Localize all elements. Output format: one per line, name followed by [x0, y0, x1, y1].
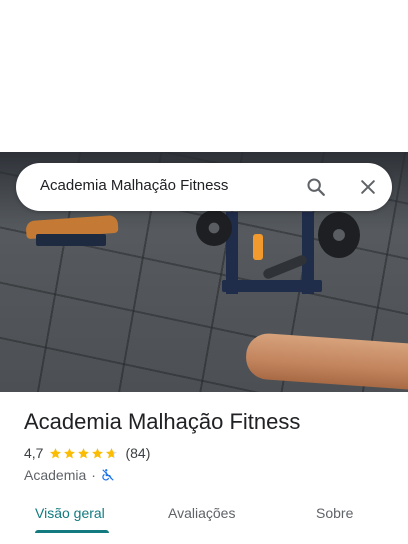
- place-tabs: Visão geral Avaliações Sobre: [0, 496, 408, 536]
- photo-weight-plate: [196, 210, 232, 246]
- tab-reviews[interactable]: Avaliações: [168, 505, 235, 521]
- category-row: Academia ·: [24, 466, 115, 484]
- close-icon: [361, 180, 375, 194]
- photo-bottle: [253, 234, 263, 260]
- tab-overview[interactable]: Visão geral: [35, 505, 105, 521]
- rating-stars: [49, 447, 119, 460]
- photo-bench-base: [36, 234, 106, 246]
- review-count[interactable]: (84): [125, 445, 150, 461]
- no-wheelchair-icon: [102, 469, 114, 481]
- search-icon: [307, 178, 325, 196]
- search-button[interactable]: [302, 173, 330, 201]
- star-icon: [64, 447, 76, 458]
- active-tab-indicator: [35, 530, 109, 533]
- star-icon: [92, 447, 104, 458]
- photo-rack-base: [222, 280, 322, 292]
- rating-value: 4,7: [24, 445, 44, 461]
- separator: ·: [91, 467, 96, 483]
- place-category: Academia: [24, 467, 87, 483]
- search-query[interactable]: Academia Malhação Fitness: [40, 177, 228, 194]
- close-button[interactable]: [354, 173, 382, 201]
- star-icon: [78, 447, 90, 458]
- place-title: Academia Malhação Fitness: [24, 409, 301, 434]
- place-page: Academia Malhação Fitness Academia Malha…: [0, 0, 408, 544]
- photo-weight-plate: [318, 212, 360, 258]
- star-icon: [50, 447, 62, 458]
- tab-about[interactable]: Sobre: [316, 505, 353, 521]
- star-half-icon: [106, 447, 118, 458]
- rating-row[interactable]: 4,7 (84): [24, 444, 150, 462]
- search-box[interactable]: Academia Malhação Fitness: [16, 163, 392, 211]
